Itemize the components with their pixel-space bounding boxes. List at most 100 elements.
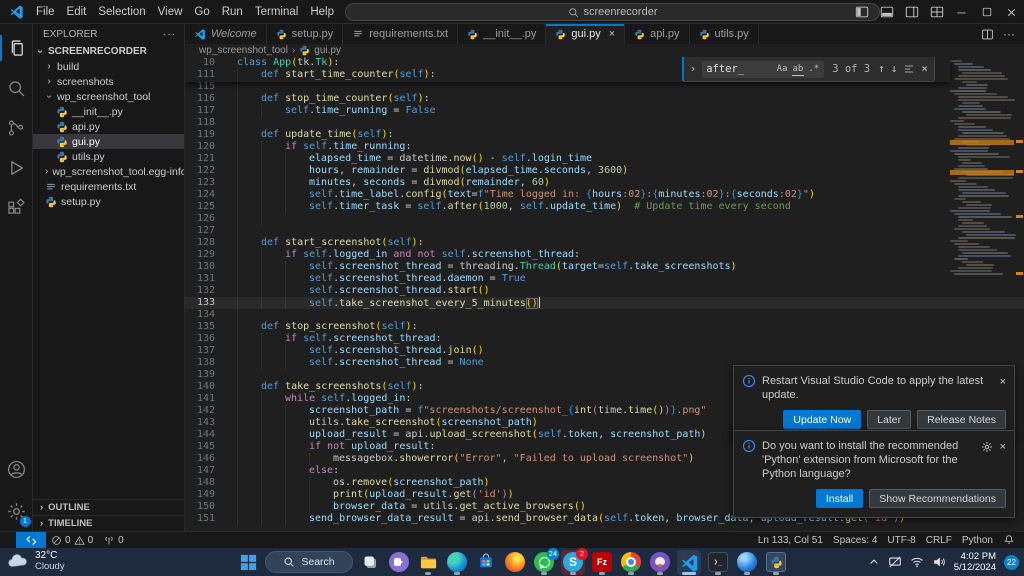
- code-line-119[interactable]: 119def update_time(self):: [185, 129, 1024, 141]
- match-case-icon[interactable]: Aa: [776, 63, 789, 75]
- notification-count-badge[interactable]: 22: [1004, 555, 1019, 570]
- code-line-118[interactable]: 118: [185, 117, 1024, 129]
- gitkraken-icon[interactable]: [648, 550, 672, 575]
- code-line-121[interactable]: 121elapsed_time = datetime.now() - self.…: [185, 153, 1024, 165]
- run-debug-icon[interactable]: [0, 148, 33, 188]
- find-next-icon[interactable]: ↓: [891, 63, 898, 75]
- code-line-122[interactable]: 122hours, remainder = divmod(elapsed_tim…: [185, 165, 1024, 177]
- menu-run[interactable]: Run: [216, 6, 249, 18]
- tree-item-build[interactable]: ›build: [33, 59, 184, 74]
- chat-app-icon[interactable]: [387, 550, 411, 575]
- encoding[interactable]: UTF-8: [882, 532, 920, 548]
- scrollbar[interactable]: [1014, 57, 1024, 531]
- tab-utils-py[interactable]: utils.py: [690, 24, 759, 44]
- explorer-icon[interactable]: [0, 28, 33, 68]
- code-line-129[interactable]: 129if self.logged_in and not self.screen…: [185, 249, 1024, 261]
- indentation[interactable]: Spaces: 4: [828, 532, 882, 548]
- notifications-bell-icon[interactable]: [998, 532, 1020, 548]
- extensions-icon[interactable]: [0, 188, 33, 228]
- notification-close-icon[interactable]: ×: [1000, 440, 1006, 454]
- minimize-button[interactable]: [949, 0, 974, 24]
- language-mode[interactable]: Python: [957, 532, 998, 548]
- code-line-125[interactable]: 125self.timer_task = self.after(1000, se…: [185, 201, 1024, 213]
- show-recommendations-button[interactable]: Show Recommendations: [869, 489, 1006, 508]
- find-in-selection-icon[interactable]: [903, 63, 915, 75]
- find-close-icon[interactable]: ×: [921, 63, 928, 75]
- menu-help[interactable]: Help: [304, 6, 340, 18]
- customize-layout-icon[interactable]: [924, 0, 949, 24]
- toggle-panel-icon[interactable]: [874, 0, 899, 24]
- file-explorer-icon[interactable]: [416, 550, 440, 575]
- panel-timeline[interactable]: ›TIMELINE: [33, 515, 184, 531]
- clock[interactable]: 4:02 PM5/12/2024: [954, 551, 996, 573]
- problems-indicator[interactable]: 0 0: [46, 532, 98, 548]
- task-view-icon[interactable]: [358, 550, 382, 575]
- code-line-117[interactable]: 117self.time_running = False: [185, 105, 1024, 117]
- tree-item-requirements-txt[interactable]: requirements.txt: [33, 179, 184, 194]
- command-center-search[interactable]: screenrecorder: [345, 3, 880, 21]
- tray-chevron-up-icon[interactable]: [868, 556, 880, 568]
- minimap[interactable]: [950, 57, 1014, 276]
- code-line-131[interactable]: 131self.screenshot_thread.daemon = True: [185, 273, 1024, 285]
- install-button[interactable]: Install: [816, 489, 863, 508]
- microsoft-store-icon[interactable]: [474, 550, 498, 575]
- toggle-primary-sidebar-icon[interactable]: [849, 0, 874, 24]
- menu-terminal[interactable]: Terminal: [249, 6, 304, 18]
- firefox-browser-icon[interactable]: [503, 550, 527, 575]
- editor-more-actions-icon[interactable]: ···: [1003, 27, 1015, 41]
- python-app-icon[interactable]: [764, 550, 788, 575]
- code-line-137[interactable]: 137self.screenshot_thread.join(): [185, 345, 1024, 357]
- blue-app-icon[interactable]: [735, 550, 759, 575]
- panel-outline[interactable]: ›OUTLINE: [33, 499, 184, 515]
- code-line-136[interactable]: 136if self.screenshot_thread:: [185, 333, 1024, 345]
- code-line-116[interactable]: 116def stop_time_counter(self):: [185, 93, 1024, 105]
- update-now-button[interactable]: Update Now: [783, 410, 861, 429]
- tree-item-screenshots[interactable]: ›screenshots: [33, 74, 184, 89]
- tree-item-utils-py[interactable]: utils.py: [33, 149, 184, 164]
- menu-selection[interactable]: Selection: [92, 6, 151, 18]
- regex-icon[interactable]: .*: [807, 63, 820, 75]
- tab-welcome[interactable]: Welcome: [185, 24, 267, 44]
- menu-go[interactable]: Go: [188, 6, 215, 18]
- edge-browser-icon[interactable]: [445, 550, 469, 575]
- find-previous-icon[interactable]: ↑: [878, 63, 885, 75]
- whole-word-icon[interactable]: ab: [792, 63, 805, 76]
- code-line-133[interactable]: 133self.take_screenshot_every_5_minutes(…: [185, 297, 1024, 309]
- tree-item-gui-py[interactable]: gui.py: [33, 134, 184, 149]
- tree-root-[interactable]: ›SCREENRECORDER: [33, 44, 184, 59]
- settings-icon[interactable]: 1: [0, 491, 33, 531]
- account-icon[interactable]: [0, 449, 33, 489]
- tree-item-api-py[interactable]: api.py: [33, 119, 184, 134]
- menu-file[interactable]: File: [30, 6, 61, 18]
- tray-display-icon[interactable]: [888, 555, 902, 569]
- weather-widget[interactable]: 32°CCloudy: [7, 550, 65, 572]
- terminal-icon[interactable]: ❯_: [706, 550, 730, 575]
- code-line-134[interactable]: 134: [185, 309, 1024, 321]
- search-icon[interactable]: [0, 68, 33, 108]
- code-line-130[interactable]: 130self.screenshot_thread = threading.Th…: [185, 261, 1024, 273]
- code-line-127[interactable]: 127: [185, 225, 1024, 237]
- tree-item-wp-screenshot-tool-egg-info[interactable]: ›wp_screenshot_tool.egg-info: [33, 164, 184, 179]
- tab-gui-py[interactable]: gui.py×: [546, 24, 625, 44]
- cursor-position[interactable]: Ln 133, Col 51: [753, 532, 828, 548]
- notification-settings-icon[interactable]: [981, 441, 993, 453]
- tab-close-icon[interactable]: ×: [609, 28, 615, 40]
- close-button[interactable]: [999, 0, 1024, 24]
- tree-item-wp-screenshot-tool[interactable]: ›wp_screenshot_tool: [33, 89, 184, 104]
- windows-start-icon[interactable]: [236, 550, 260, 575]
- maximize-button[interactable]: [974, 0, 999, 24]
- code-line-132[interactable]: 132self.screenshot_thread.start(): [185, 285, 1024, 297]
- filezilla-icon[interactable]: Fz: [590, 550, 614, 575]
- code-line-124[interactable]: 124self.time_label.config(text=f"Time lo…: [185, 189, 1024, 201]
- menu-edit[interactable]: Edit: [61, 6, 93, 18]
- split-editor-icon[interactable]: [981, 28, 994, 41]
- tab-api-py[interactable]: api.py: [625, 24, 689, 44]
- tray-volume-icon[interactable]: [932, 555, 946, 569]
- vscode-icon[interactable]: [677, 550, 701, 575]
- tree-item--init-py[interactable]: __init__.py: [33, 104, 184, 119]
- explorer-more-actions-icon[interactable]: ···: [163, 29, 176, 40]
- chrome-browser-icon[interactable]: [619, 550, 643, 575]
- code-line-128[interactable]: 128def start_screenshot(self):: [185, 237, 1024, 249]
- find-input[interactable]: after_ Aa ab .*: [702, 61, 824, 78]
- tab-setup-py[interactable]: setup.py: [267, 24, 344, 44]
